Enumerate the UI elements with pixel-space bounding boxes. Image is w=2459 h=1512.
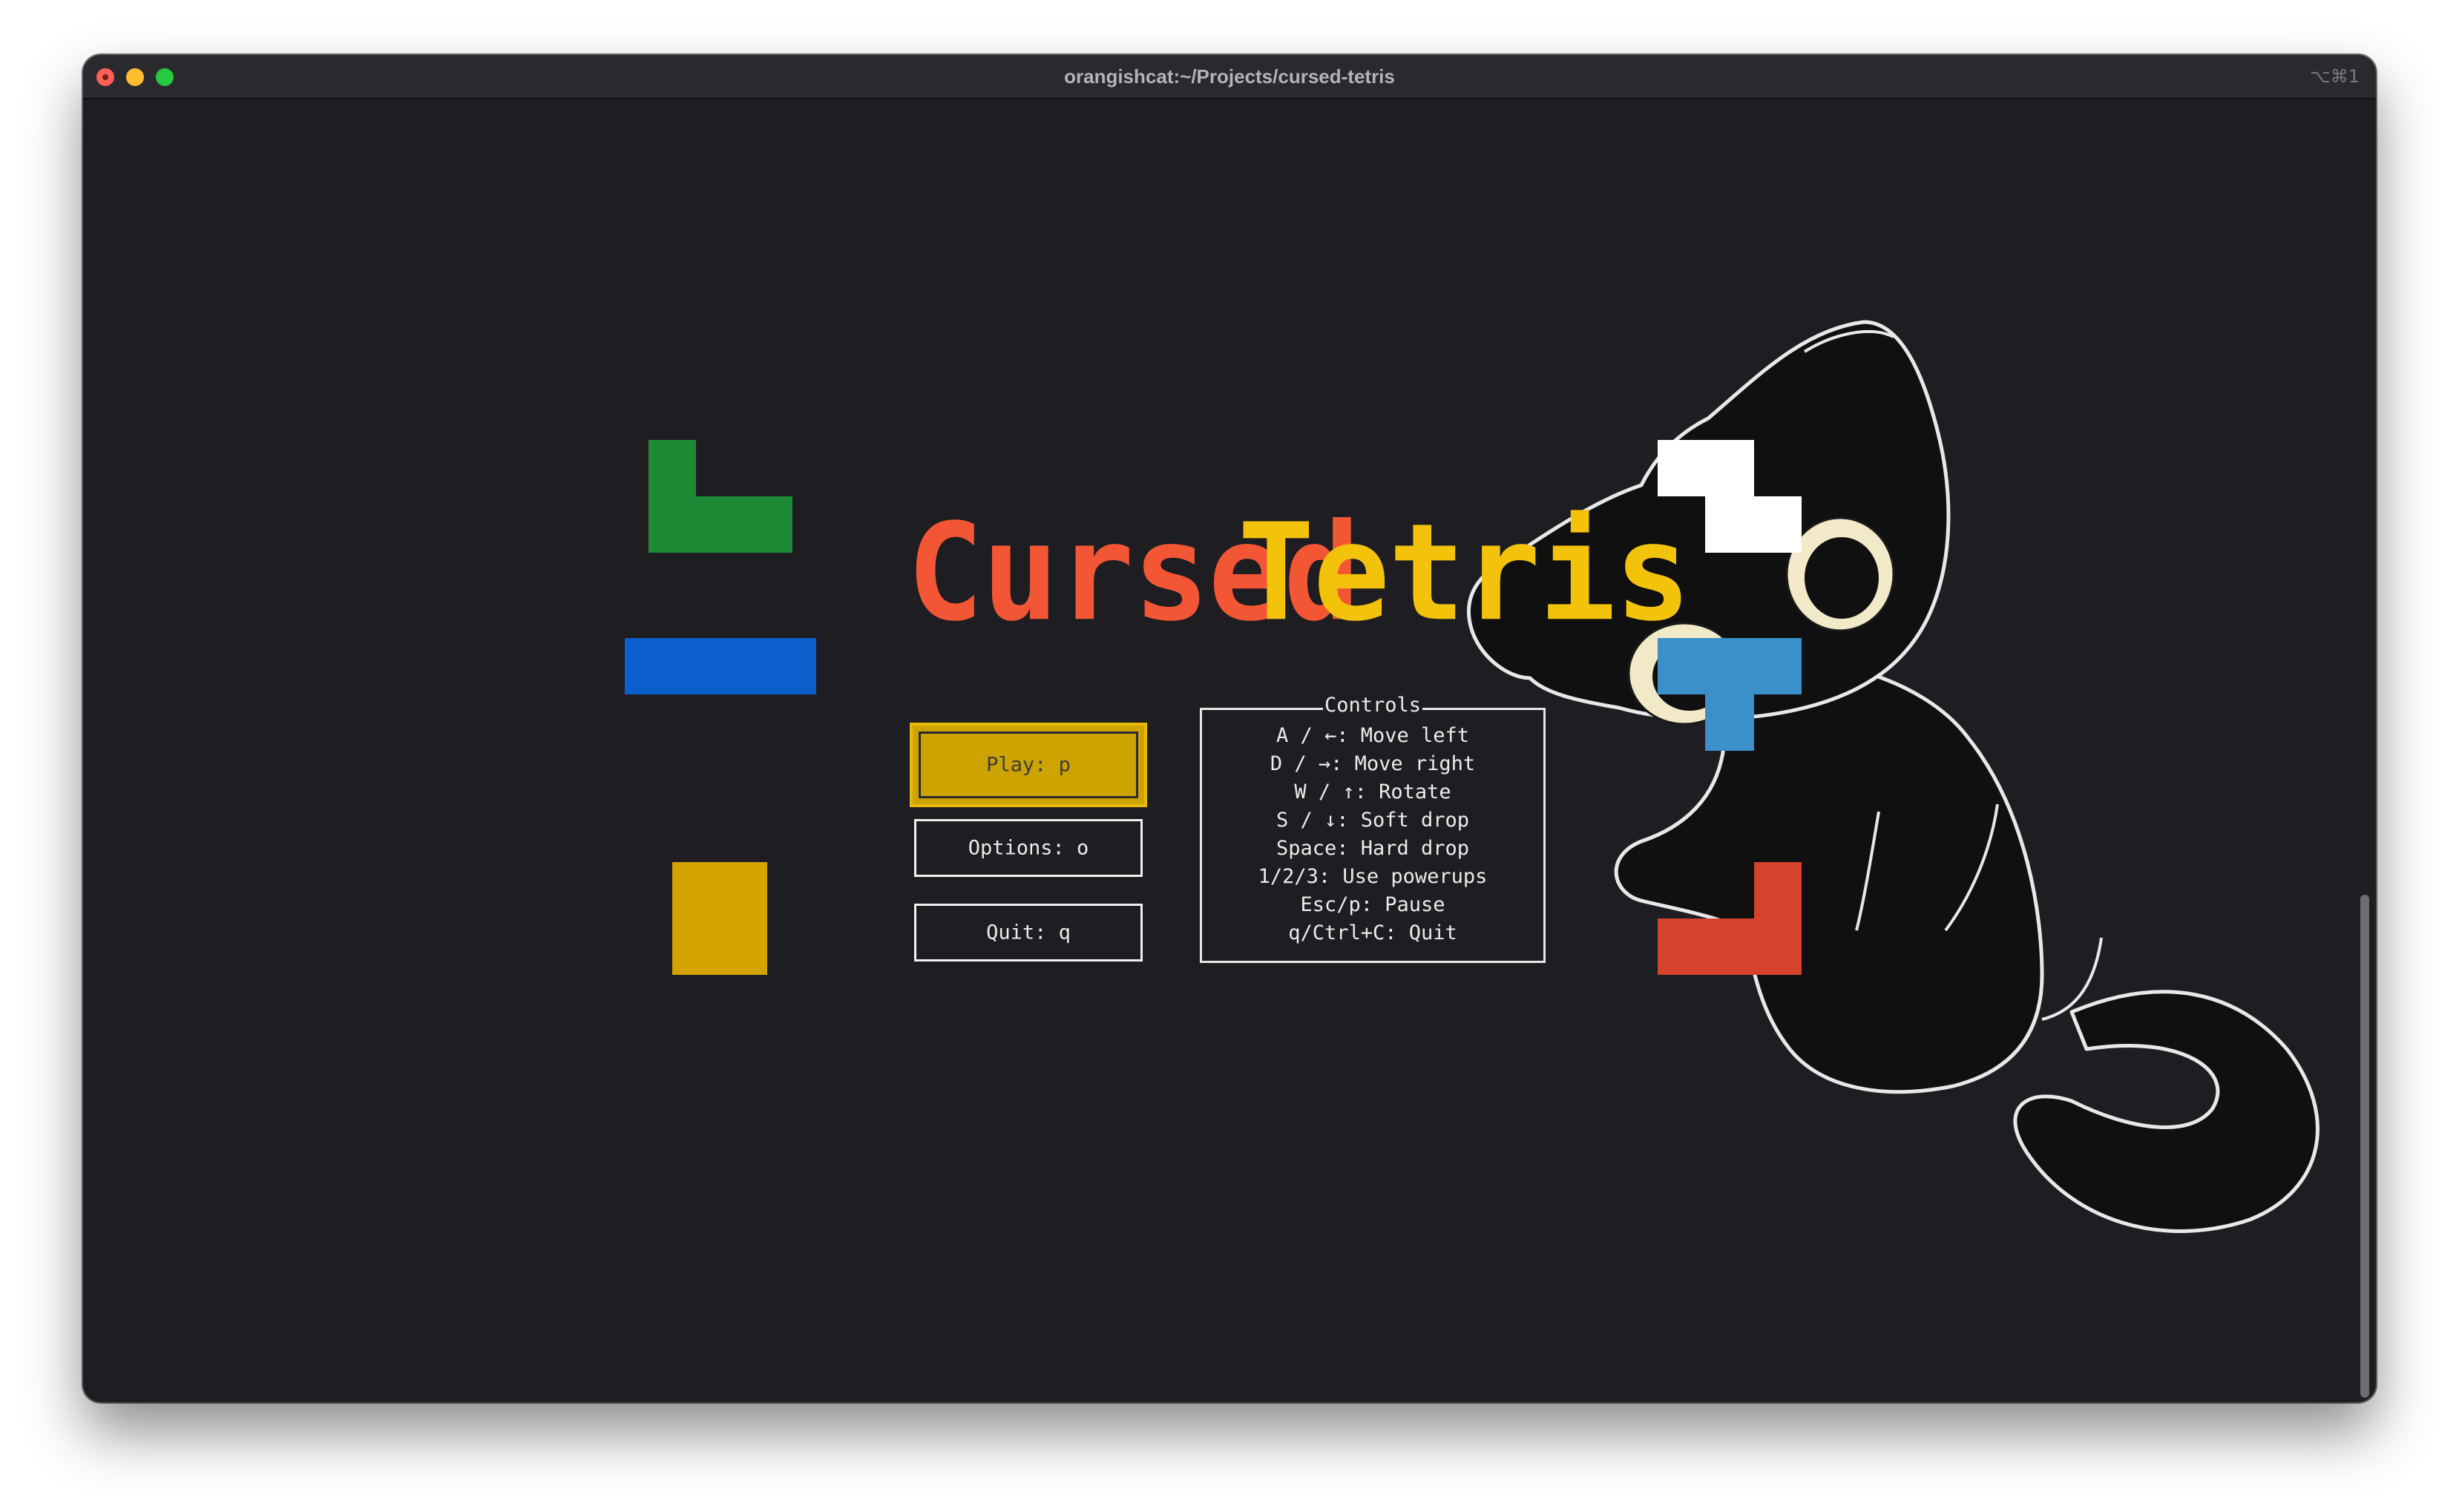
control-item-soft-drop: S / ↓: Soft drop bbox=[1276, 809, 1470, 832]
tetromino-o-yellow bbox=[672, 862, 767, 975]
control-item-move-right: D / →: Move right bbox=[1270, 752, 1476, 775]
control-item-hard-drop: Space: Hard drop bbox=[1276, 837, 1470, 860]
game-title-tetris: Tetris bbox=[1238, 494, 1691, 651]
quit-button-label: Quit: q bbox=[986, 921, 1071, 944]
tetromino-j-green bbox=[649, 440, 792, 553]
control-item-quit: q/Ctrl+C: Quit bbox=[1288, 921, 1457, 944]
tetromino-z-white bbox=[1658, 440, 1802, 553]
quit-button[interactable]: Quit: q bbox=[914, 904, 1143, 962]
controls-list: A / ←: Move left D / →: Move right W / ↑… bbox=[1202, 722, 1543, 947]
control-item-move-left: A / ←: Move left bbox=[1276, 724, 1470, 747]
play-button[interactable]: Play: p bbox=[910, 723, 1147, 807]
control-item-pause: Esc/p: Pause bbox=[1300, 893, 1445, 916]
window-title: orangishcat:~/Projects/cursed-tetris bbox=[1064, 65, 1395, 88]
options-button-label: Options: o bbox=[968, 836, 1089, 860]
terminal-window: orangishcat:~/Projects/cursed-tetris ⌥⌘1… bbox=[83, 55, 2376, 1402]
control-item-rotate: W / ↑: Rotate bbox=[1294, 780, 1451, 803]
options-button[interactable]: Options: o bbox=[914, 819, 1143, 877]
play-button-label: Play: p bbox=[986, 753, 1071, 777]
tetromino-j-red bbox=[1658, 862, 1802, 975]
title-bar[interactable]: orangishcat:~/Projects/cursed-tetris ⌥⌘1 bbox=[83, 55, 2376, 99]
control-item-powerups: 1/2/3: Use powerups bbox=[1258, 865, 1488, 888]
tetromino-i-blue bbox=[625, 638, 816, 694]
scrollbar-thumb[interactable] bbox=[2360, 895, 2369, 1398]
window-shortcut: ⌥⌘1 bbox=[2310, 66, 2360, 87]
tetromino-t-lightblue bbox=[1658, 638, 1802, 751]
controls-title: Controls bbox=[1322, 694, 1423, 717]
controls-panel: Controls A / ←: Move left D / →: Move ri… bbox=[1200, 694, 1546, 963]
cat-tail bbox=[2013, 990, 2320, 1233]
